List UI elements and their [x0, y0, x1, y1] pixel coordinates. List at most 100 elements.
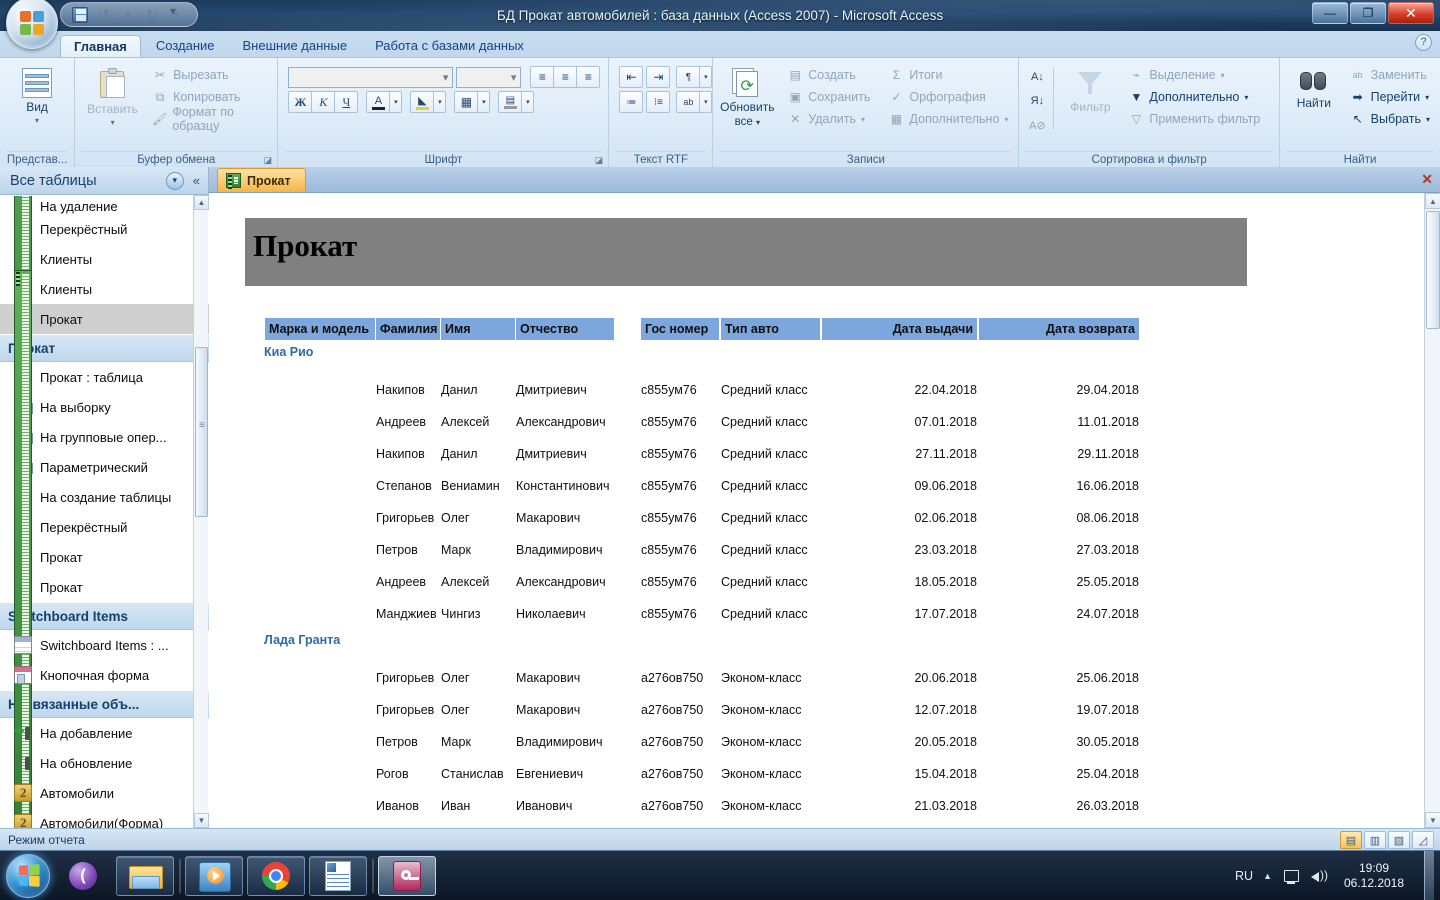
selection-button[interactable]: ⌁ Выделение ▾: [1124, 64, 1264, 86]
totals-button[interactable]: Σ Итоги: [884, 64, 1012, 86]
alternate-fill-icon[interactable]: ▤: [498, 91, 523, 113]
close-button[interactable]: ✕: [1388, 2, 1434, 24]
increase-indent-icon[interactable]: ⇥: [646, 66, 671, 88]
italic-button[interactable]: К: [311, 91, 336, 113]
report-vertical-scrollbar[interactable]: ▲ ▼: [1424, 193, 1440, 828]
ltr-direction-icon[interactable]: ¶: [676, 66, 701, 88]
underline-button[interactable]: Ч: [334, 91, 359, 113]
taskbar-item-chrome[interactable]: [247, 855, 305, 896]
close-document-button[interactable]: ✕: [1421, 171, 1433, 188]
filter-button[interactable]: Фильтр: [1060, 64, 1120, 114]
print-preview-button[interactable]: ▥: [1364, 831, 1386, 849]
show-desktop-button[interactable]: [1424, 851, 1434, 900]
clear-sort-icon[interactable]: А⊘: [1025, 114, 1049, 136]
new-record-button[interactable]: ▤ Создать: [783, 64, 874, 86]
report-scroll-thumb[interactable]: [1426, 211, 1440, 329]
font-dialog-launcher[interactable]: ◪: [593, 155, 604, 166]
more-dropdown-arrow[interactable]: ▾: [1004, 115, 1008, 124]
nav-scroll-down-button[interactable]: ▼: [194, 813, 209, 828]
selection-dropdown-arrow[interactable]: ▾: [1221, 71, 1225, 80]
document-tab-prokat[interactable]: Прокат: [217, 168, 306, 192]
numbered-list-icon[interactable]: ≔: [619, 91, 644, 113]
refresh-all-button[interactable]: ⟳ Обновить все ▾: [719, 64, 775, 128]
bold-button[interactable]: Ж: [288, 91, 313, 113]
save-button[interactable]: [69, 5, 91, 25]
align-right-icon[interactable]: ≡: [576, 66, 601, 88]
report-scroll-down-button[interactable]: ▼: [1425, 812, 1440, 828]
select-dropdown-arrow[interactable]: ▾: [1426, 115, 1430, 124]
taskbar-item-media-player[interactable]: [185, 855, 243, 896]
highlight-icon[interactable]: ab: [676, 91, 701, 113]
gridlines-icon[interactable]: ▦: [454, 91, 479, 113]
undo-button[interactable]: ↺: [93, 5, 115, 25]
fill-color-dropdown[interactable]: ▾: [433, 91, 447, 113]
taskbar-item-word-document[interactable]: [309, 855, 367, 896]
tab-sozdanie[interactable]: Создание: [143, 35, 228, 57]
font-color-icon[interactable]: A: [366, 91, 391, 113]
customize-qat-button[interactable]: ▾: [170, 4, 176, 18]
spelling-button[interactable]: ✓ Орфография: [884, 86, 1012, 108]
sort-ascending-icon[interactable]: А↓: [1025, 66, 1049, 88]
language-indicator[interactable]: RU: [1235, 869, 1253, 883]
format-painter-button[interactable]: 🖌 Формат по образцу: [148, 105, 271, 133]
sidebar-item-13[interactable]: Прокат: [0, 269, 209, 828]
collapse-pane-button[interactable]: «: [189, 173, 204, 188]
taskbar-item-access[interactable]: [378, 855, 436, 896]
decrease-indent-icon[interactable]: ⇤: [619, 66, 644, 88]
cut-button[interactable]: ✂ Вырезать: [148, 64, 271, 86]
chevron-down-icon[interactable]: ▾: [165, 171, 184, 190]
taskbar-item-bittorrent[interactable]: (: [54, 856, 112, 896]
navigation-pane-scrollbar[interactable]: ▲ ▼: [193, 195, 209, 828]
network-icon[interactable]: [1282, 868, 1300, 884]
ltr-dropdown[interactable]: ▾: [699, 66, 713, 88]
undo-dropdown[interactable]: ▾: [117, 5, 139, 25]
goto-button[interactable]: ➡ Перейти ▾: [1346, 86, 1434, 108]
gridlines-dropdown[interactable]: ▾: [477, 91, 491, 113]
align-left-icon[interactable]: ≡: [530, 66, 555, 88]
delete-record-button[interactable]: ✕ Удалить ▾: [783, 108, 874, 130]
find-button[interactable]: Найти: [1286, 64, 1342, 110]
fill-color-icon[interactable]: ◣: [410, 91, 435, 113]
tab-glavnaya[interactable]: Главная: [60, 35, 141, 57]
taskbar-item-file-explorer[interactable]: [116, 855, 174, 896]
layout-view-button[interactable]: ▧: [1388, 831, 1410, 849]
toggle-filter-button[interactable]: ▽ Применить фильтр: [1124, 108, 1264, 130]
nav-scroll-up-button[interactable]: ▲: [194, 195, 209, 210]
advanced-filter-button[interactable]: ▼ Дополнительно ▾: [1124, 86, 1264, 108]
advanced-filter-dropdown-arrow[interactable]: ▾: [1244, 93, 1248, 102]
design-view-button[interactable]: ◿: [1412, 831, 1434, 849]
more-records-button[interactable]: ▦ Дополнительно ▾: [884, 108, 1012, 130]
sort-descending-icon[interactable]: Я↓: [1025, 90, 1049, 112]
view-button[interactable]: Вид ▾: [8, 64, 66, 125]
bullet-list-icon[interactable]: ⁝≡: [646, 91, 671, 113]
redo-button[interactable]: ↻: [141, 5, 163, 25]
paste-button[interactable]: Вставить ▾: [81, 64, 144, 127]
paste-dropdown-arrow[interactable]: ▾: [111, 118, 115, 127]
tab-rabota-s-bazami[interactable]: Работа с базами данных: [362, 35, 537, 57]
help-icon[interactable]: ?: [1415, 34, 1432, 51]
goto-dropdown-arrow[interactable]: ▾: [1425, 93, 1429, 102]
delete-dropdown-arrow[interactable]: ▾: [861, 115, 865, 124]
clock[interactable]: 19:09 06.12.2018: [1338, 861, 1410, 891]
tab-vneshnie-dannye[interactable]: Внешние данные: [230, 35, 361, 57]
view-dropdown-arrow[interactable]: ▾: [35, 116, 39, 125]
clipboard-dialog-launcher[interactable]: ◪: [262, 155, 273, 166]
font-name-select[interactable]: ▾: [288, 66, 454, 88]
start-button[interactable]: [6, 853, 50, 898]
replace-button[interactable]: ab Заменить: [1346, 64, 1434, 86]
font-color-dropdown[interactable]: ▾: [389, 91, 403, 113]
font-size-select[interactable]: ▾: [456, 66, 522, 88]
report-scroll-up-button[interactable]: ▲: [1425, 193, 1440, 209]
show-hidden-icons-button[interactable]: ▲: [1263, 871, 1272, 881]
select-button[interactable]: ↖ Выбрать ▾: [1346, 108, 1434, 130]
highlight-dropdown[interactable]: ▾: [699, 91, 713, 113]
nav-scroll-thumb[interactable]: [195, 347, 208, 517]
maximize-button[interactable]: ❐: [1350, 2, 1386, 24]
align-center-icon[interactable]: ≡: [553, 66, 578, 88]
report-view-button[interactable]: ▤: [1340, 831, 1362, 849]
volume-icon[interactable]: [1310, 868, 1328, 884]
minimize-button[interactable]: —: [1312, 2, 1348, 24]
save-record-button[interactable]: ▣ Сохранить: [783, 86, 874, 108]
refresh-dropdown-arrow[interactable]: ▾: [756, 118, 760, 127]
alternate-fill-dropdown[interactable]: ▾: [521, 91, 535, 113]
